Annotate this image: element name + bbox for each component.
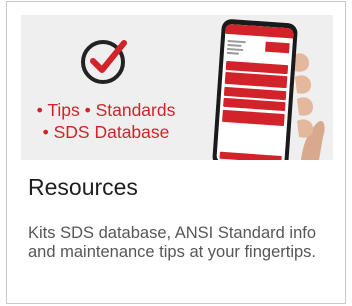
- bullet-line-tips-standards: • Tips • Standards: [36, 100, 176, 120]
- check-circle-icon: [78, 33, 132, 87]
- phone-screen: [216, 23, 294, 160]
- hero-image: • Tips • Standards • SDS Database: [21, 15, 333, 160]
- phone-mockup: [211, 18, 299, 160]
- bullet-line-sds-database: • SDS Database: [42, 122, 170, 142]
- card-title: Resources: [28, 174, 138, 200]
- card-description: Kits SDS database, ANSI Standard info an…: [28, 224, 317, 261]
- hero-bullets: • Tips • Standards • SDS Database: [27, 99, 185, 143]
- phone-logo: [265, 41, 290, 54]
- resources-card[interactable]: • Tips • Standards • SDS Database Resour…: [6, 1, 346, 304]
